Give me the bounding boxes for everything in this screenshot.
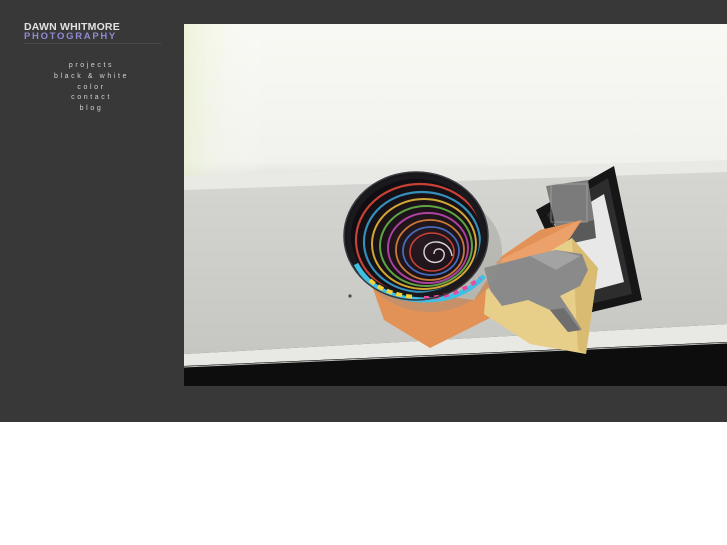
main-nav: projects black & white color contact blo…	[0, 61, 183, 115]
site-logo[interactable]: DAWN WHITMORE PHOTOGRAPHY	[24, 22, 161, 42]
nav-item: black & white	[0, 72, 183, 83]
nav-link-projects[interactable]: projects	[0, 61, 183, 72]
nav-link-color[interactable]: color	[0, 83, 183, 94]
nav-link-contact[interactable]: contact	[0, 93, 183, 104]
nav-item: color	[0, 83, 183, 94]
nav-item: contact	[0, 93, 183, 104]
nav-item: blog	[0, 104, 183, 115]
nav-link-blog[interactable]: blog	[0, 104, 183, 115]
featured-photograph	[184, 24, 727, 386]
nav-item: projects	[0, 61, 183, 72]
logo-divider	[24, 43, 161, 44]
nav-link-black-and-white[interactable]: black & white	[0, 72, 183, 83]
logo-subtitle: PHOTOGRAPHY	[24, 31, 117, 42]
